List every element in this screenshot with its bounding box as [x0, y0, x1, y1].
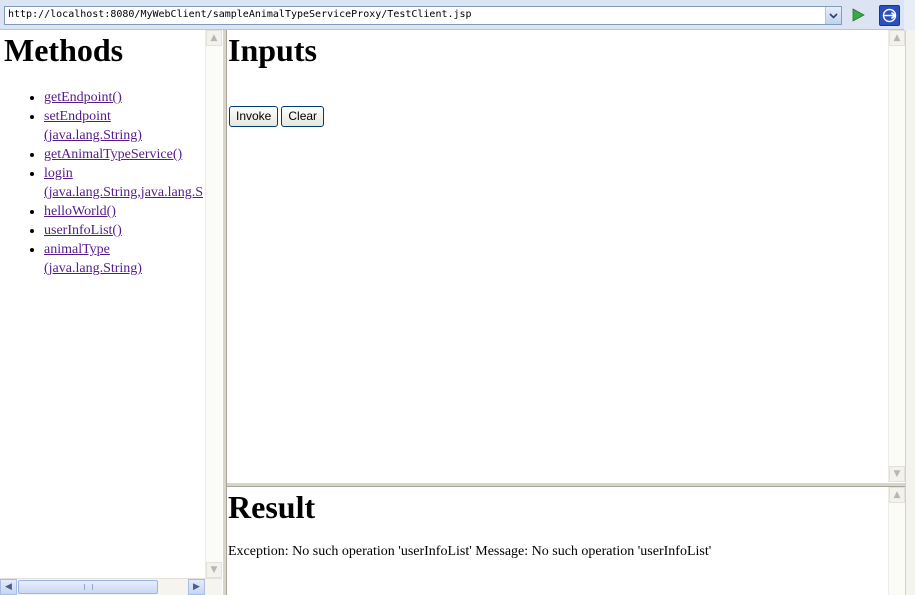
window-edge: [905, 30, 915, 595]
list-item: setEndpoint (java.lang.String): [44, 107, 220, 145]
url-text: http://localhost:8080/MyWebClient/sample…: [8, 9, 472, 20]
method-link-label: helloWorld(): [44, 204, 116, 219]
list-item: userInfoList(): [44, 221, 220, 240]
methods-title: Methods: [4, 32, 124, 68]
method-link-label: animalType: [44, 242, 110, 257]
button-row: Invoke Clear: [229, 106, 327, 127]
methods-frame: Methods getEndpoint() setEndpoint (java.l…: [0, 30, 222, 595]
list-item: animalType (java.lang.String): [44, 240, 220, 278]
method-link-userinfolist[interactable]: userInfoList(): [44, 223, 122, 238]
clear-button[interactable]: Clear: [281, 106, 325, 127]
inputs-frame: Inputs Invoke Clear ▲ ▼: [227, 30, 905, 482]
invoke-button[interactable]: Invoke: [229, 106, 279, 127]
result-vertical-scrollbar[interactable]: ▲: [888, 487, 905, 595]
grip-icon: [84, 584, 93, 590]
scroll-down-icon[interactable]: ▼: [206, 562, 222, 578]
method-link-label: login: [44, 166, 73, 181]
play-triangle-icon[interactable]: [849, 6, 867, 24]
list-item: helloWorld(): [44, 202, 220, 221]
scroll-up-icon[interactable]: ▲: [206, 30, 222, 46]
scroll-up-icon[interactable]: ▲: [889, 487, 905, 503]
method-link-getanimaltypeservice[interactable]: getAnimalTypeService(): [44, 147, 182, 162]
list-item: getEndpoint(): [44, 88, 220, 107]
method-link-getendpoint[interactable]: getEndpoint(): [44, 90, 122, 105]
result-frame: Result Exception: No such operation 'use…: [227, 487, 905, 595]
method-link-label: userInfoList(): [44, 223, 122, 238]
method-link-label: getEndpoint(): [44, 90, 122, 105]
methods-vertical-scrollbar[interactable]: ▲ ▼: [205, 30, 222, 578]
scroll-left-icon[interactable]: ◀: [0, 579, 17, 595]
method-link-helloworld[interactable]: helloWorld(): [44, 204, 116, 219]
result-message: Exception: No such operation 'userInfoLi…: [228, 544, 712, 559]
url-input[interactable]: http://localhost:8080/MyWebClient/sample…: [4, 6, 842, 25]
result-title: Result: [228, 489, 316, 525]
address-bar: http://localhost:8080/MyWebClient/sample…: [0, 0, 915, 30]
toolbar-edge: [904, 0, 915, 30]
scroll-down-icon[interactable]: ▼: [889, 466, 905, 482]
scroll-thumb[interactable]: [18, 580, 158, 594]
chevron-down-icon[interactable]: [825, 7, 841, 24]
inputs-vertical-scrollbar[interactable]: ▲ ▼: [888, 30, 905, 482]
method-link-params: (java.lang.String): [44, 128, 142, 143]
method-list: getEndpoint() setEndpoint (java.lang.Stri…: [0, 88, 220, 278]
scroll-right-icon[interactable]: ▶: [188, 579, 205, 595]
open-external-icon[interactable]: [879, 5, 900, 26]
scroll-up-icon[interactable]: ▲: [889, 30, 905, 46]
method-link-animaltype[interactable]: animalType (java.lang.String): [44, 240, 220, 278]
method-link-login[interactable]: login (java.lang.String,java.lang.S: [44, 164, 220, 202]
methods-horizontal-scrollbar[interactable]: ◀ ▶: [0, 578, 222, 595]
list-item: getAnimalTypeService(): [44, 145, 220, 164]
method-link-label: getAnimalTypeService(): [44, 147, 183, 162]
list-item: login (java.lang.String,java.lang.S: [44, 164, 220, 202]
method-link-setendpoint[interactable]: setEndpoint (java.lang.String): [44, 107, 220, 145]
inputs-title: Inputs: [228, 32, 317, 68]
method-link-params: (java.lang.String,java.lang.S: [44, 185, 204, 200]
method-link-params: (java.lang.String): [44, 261, 142, 276]
method-link-label: setEndpoint: [44, 109, 111, 124]
